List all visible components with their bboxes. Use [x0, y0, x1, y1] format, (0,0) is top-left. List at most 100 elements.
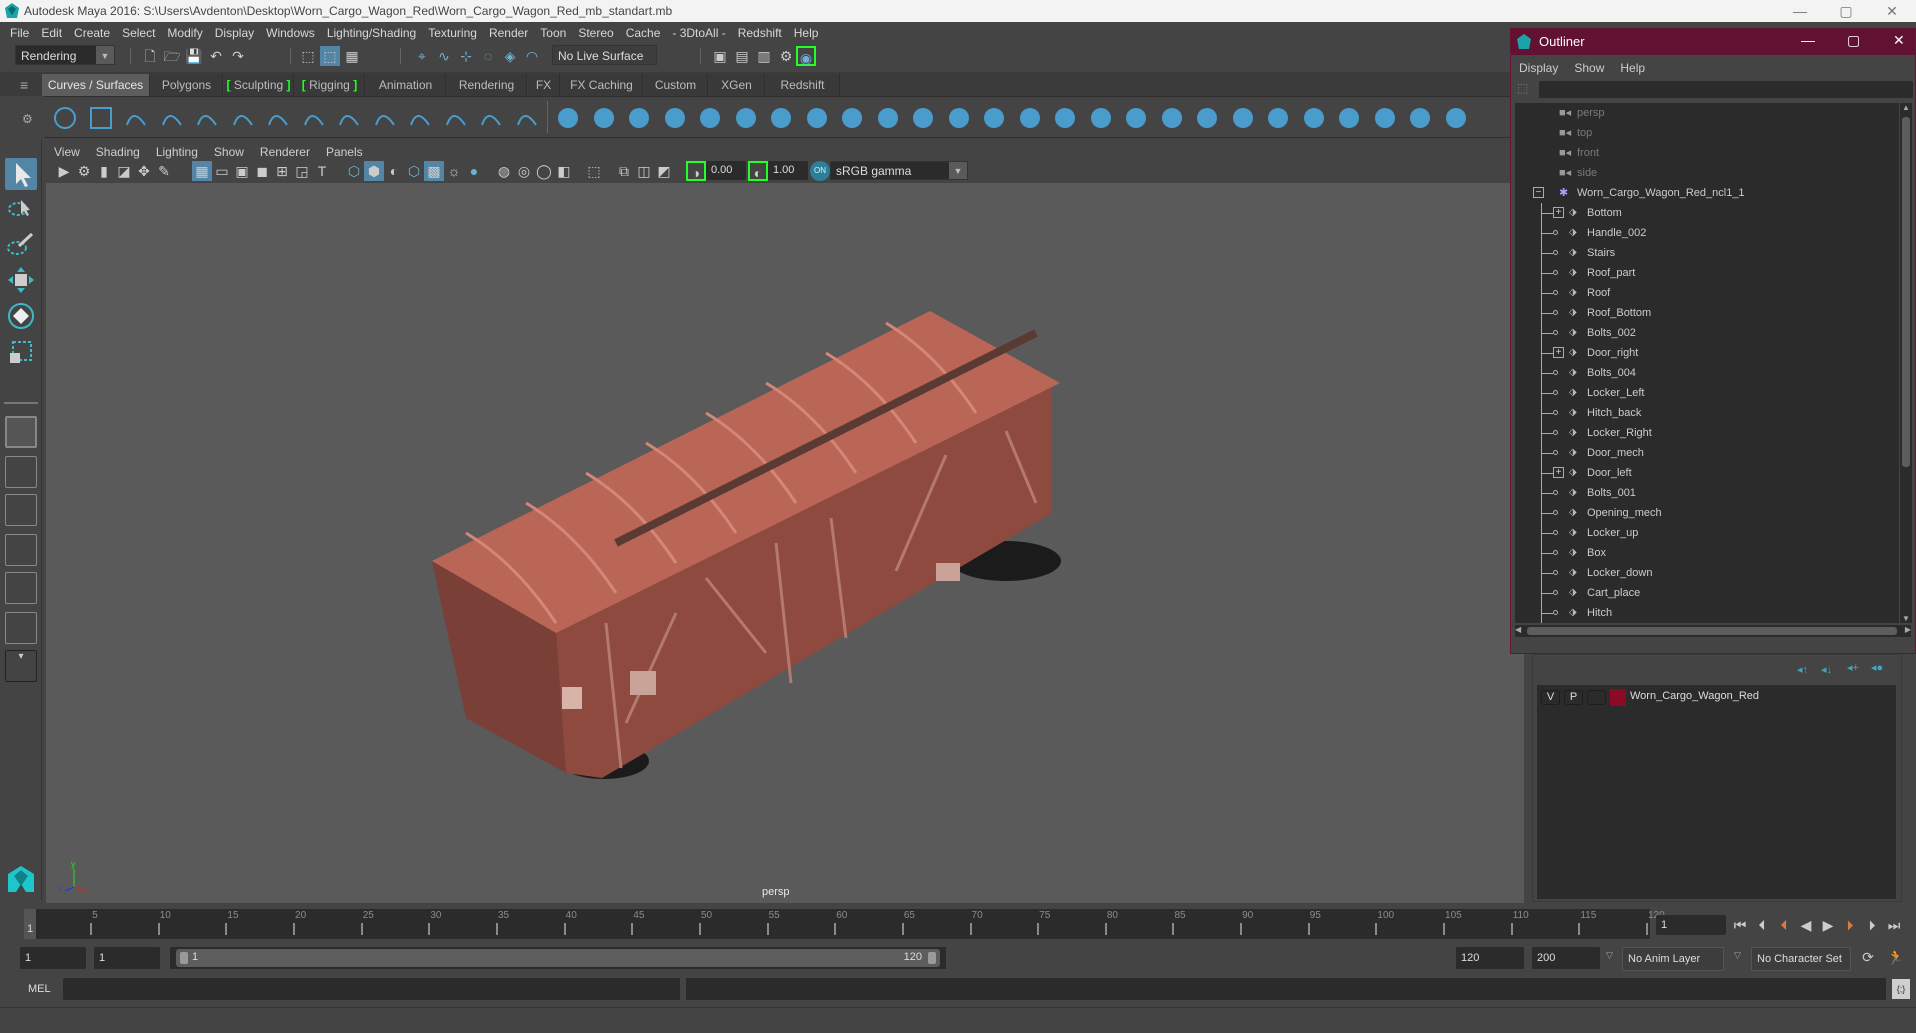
perspective-viewport[interactable]: persp y x z: [46, 183, 1524, 903]
rebuild-curve-icon[interactable]: [407, 105, 433, 131]
shadows-icon[interactable]: ●: [464, 161, 484, 181]
new-layer-icon[interactable]: ◂+: [1847, 661, 1859, 674]
bookmark-icon[interactable]: ▮: [94, 161, 114, 181]
attach-curve-icon[interactable]: [301, 105, 327, 131]
menu-display[interactable]: Display: [209, 22, 260, 44]
range-end-handle[interactable]: [928, 952, 936, 964]
outliner-camera-item[interactable]: ■◂ top: [1515, 123, 1895, 143]
outliner-item[interactable]: ⬗ Roof_Bottom: [1515, 303, 1895, 323]
nurbs-circle-icon[interactable]: [52, 105, 78, 131]
tab-polygons[interactable]: Polygons: [151, 74, 223, 96]
tab-curves-surfaces[interactable]: Curves / Surfaces: [42, 74, 150, 96]
film-gate-icon[interactable]: ▭: [212, 161, 232, 181]
scale-tool-icon[interactable]: [5, 336, 37, 368]
auto-key-icon[interactable]: ⟳: [1858, 947, 1878, 967]
tab-fx[interactable]: FX: [528, 74, 560, 96]
select-tool-icon[interactable]: [5, 158, 37, 190]
reverse-curve-icon[interactable]: [443, 105, 469, 131]
outliner-item[interactable]: ⬗ Cart_place: [1515, 583, 1895, 603]
four-view-layout-icon[interactable]: [5, 456, 37, 488]
mel-label[interactable]: MEL: [28, 983, 51, 995]
trim-icon[interactable]: [1088, 105, 1114, 131]
menu-cache[interactable]: Cache: [620, 22, 667, 44]
xray-active-icon[interactable]: ◫: [634, 161, 654, 181]
nurbs-square-icon[interactable]: [88, 105, 114, 131]
anim-layer-dropdown[interactable]: No Anim Layer: [1622, 947, 1724, 971]
layer-row[interactable]: V P Worn_Cargo_Wagon_Red: [1537, 685, 1896, 709]
depth-of-field-icon[interactable]: ◧: [554, 161, 574, 181]
ipr-render-icon[interactable]: ▥: [754, 46, 774, 66]
use-all-lights-icon[interactable]: ☼: [444, 161, 464, 181]
outliner-item[interactable]: ⬗ Hitch: [1515, 603, 1895, 623]
render-view-icon[interactable]: ▣: [710, 46, 730, 66]
outliner-item[interactable]: ⬗ Locker_up: [1515, 523, 1895, 543]
outliner-search-input[interactable]: [1539, 81, 1913, 98]
make-live-icon[interactable]: ◠: [522, 46, 542, 66]
range-slider-handle-bar[interactable]: 1 120: [176, 949, 940, 967]
nurbs-cube-icon[interactable]: [591, 105, 617, 131]
loft-icon[interactable]: [804, 105, 830, 131]
layer-color-swatch[interactable]: [1610, 689, 1626, 706]
camera-icon[interactable]: ▶: [54, 161, 74, 181]
cargo-wagon-model[interactable]: [46, 183, 1524, 903]
shelf-settings-icon[interactable]: ⚙: [22, 112, 33, 126]
safe-action-icon[interactable]: ◲: [292, 161, 312, 181]
safe-title-icon[interactable]: T: [312, 161, 332, 181]
time-slider[interactable]: 1 5 10 15 20 25 30 35 40 45 50 55 60 65 70 75 80 85 90 95 1…: [0, 905, 1916, 943]
outliner-item[interactable]: ⬗ Locker_Right: [1515, 423, 1895, 443]
menu-render[interactable]: Render: [483, 22, 534, 44]
undo-icon[interactable]: ↶: [206, 46, 226, 66]
extrude-icon[interactable]: [875, 105, 901, 131]
outliner-maximize-button[interactable]: ▢: [1847, 32, 1860, 49]
outliner-item[interactable]: ⬗ Stairs: [1515, 243, 1895, 263]
range-slider-track[interactable]: 1 120: [170, 947, 946, 969]
bezier-curve-icon[interactable]: [372, 105, 398, 131]
isolate-select-icon[interactable]: ⬚: [584, 161, 604, 181]
play-forwards-icon[interactable]: ▶: [1818, 915, 1838, 935]
anim-end-field[interactable]: 200: [1532, 947, 1600, 969]
hypershade-icon[interactable]: ◉: [796, 46, 816, 66]
paint-select-tool-icon[interactable]: [5, 228, 37, 260]
xray-icon[interactable]: ⬡: [404, 161, 424, 181]
tab-rendering[interactable]: Rendering: [447, 74, 527, 96]
panel-menu-view[interactable]: View: [44, 142, 88, 162]
arc-tool-icon[interactable]: [194, 105, 220, 131]
shelf-menu-icon[interactable]: ≡: [20, 77, 28, 93]
step-forward-frame-icon[interactable]: ⏵: [1862, 915, 1882, 935]
outliner-vertical-scrollbar[interactable]: ▲ ▼: [1900, 103, 1912, 623]
scroll-down-icon[interactable]: ▼: [1902, 614, 1910, 623]
outliner-item[interactable]: ⬗ Door_mech: [1515, 443, 1895, 463]
grid-icon[interactable]: ▦: [192, 161, 212, 181]
go-to-end-icon[interactable]: ⏭: [1884, 915, 1904, 935]
birail-icon[interactable]: [910, 105, 936, 131]
outliner-item[interactable]: + ⬗ Door_left: [1515, 463, 1895, 483]
gate-mask-icon[interactable]: ◼: [252, 161, 272, 181]
scroll-left-icon[interactable]: ◀: [1515, 625, 1521, 634]
step-back-key-icon[interactable]: ⏴: [1774, 915, 1794, 935]
nurbs-sphere-icon[interactable]: [555, 105, 581, 131]
sculpt-geometry-icon[interactable]: [1407, 105, 1433, 131]
menu-toon[interactable]: Toon: [534, 22, 572, 44]
hud-icon[interactable]: ◩: [654, 161, 674, 181]
snap-curve-icon[interactable]: ∿: [434, 46, 454, 66]
resolution-gate-icon[interactable]: ▣: [232, 161, 252, 181]
rebuild-surface-icon[interactable]: [1372, 105, 1398, 131]
tab-animation[interactable]: Animation: [366, 74, 446, 96]
render-settings-icon[interactable]: ⚙: [776, 46, 796, 66]
move-layer-down-icon[interactable]: ◂↓: [1821, 663, 1832, 676]
align-surface-icon[interactable]: [1230, 105, 1256, 131]
menu-create[interactable]: Create: [68, 22, 116, 44]
surface-editing-icon[interactable]: [1443, 105, 1469, 131]
outliner-item[interactable]: + ⬗ Bottom: [1515, 203, 1895, 223]
step-back-frame-icon[interactable]: ⏴: [1752, 915, 1772, 935]
start-time-field[interactable]: 1: [20, 947, 86, 969]
field-chart-icon[interactable]: ⊞: [272, 161, 292, 181]
panel-menu-renderer[interactable]: Renderer: [252, 142, 318, 162]
nurbs-torus-icon[interactable]: [733, 105, 759, 131]
anti-aliasing-icon[interactable]: ◯: [534, 161, 554, 181]
outliner-close-button[interactable]: ✕: [1893, 32, 1905, 49]
expand-icon[interactable]: +: [1553, 467, 1564, 478]
outliner-item[interactable]: ⬗ Bolts_002: [1515, 323, 1895, 343]
maximize-button[interactable]: ▢: [1823, 0, 1869, 22]
tab-rigging[interactable]: [ Rigging ]: [295, 74, 365, 96]
